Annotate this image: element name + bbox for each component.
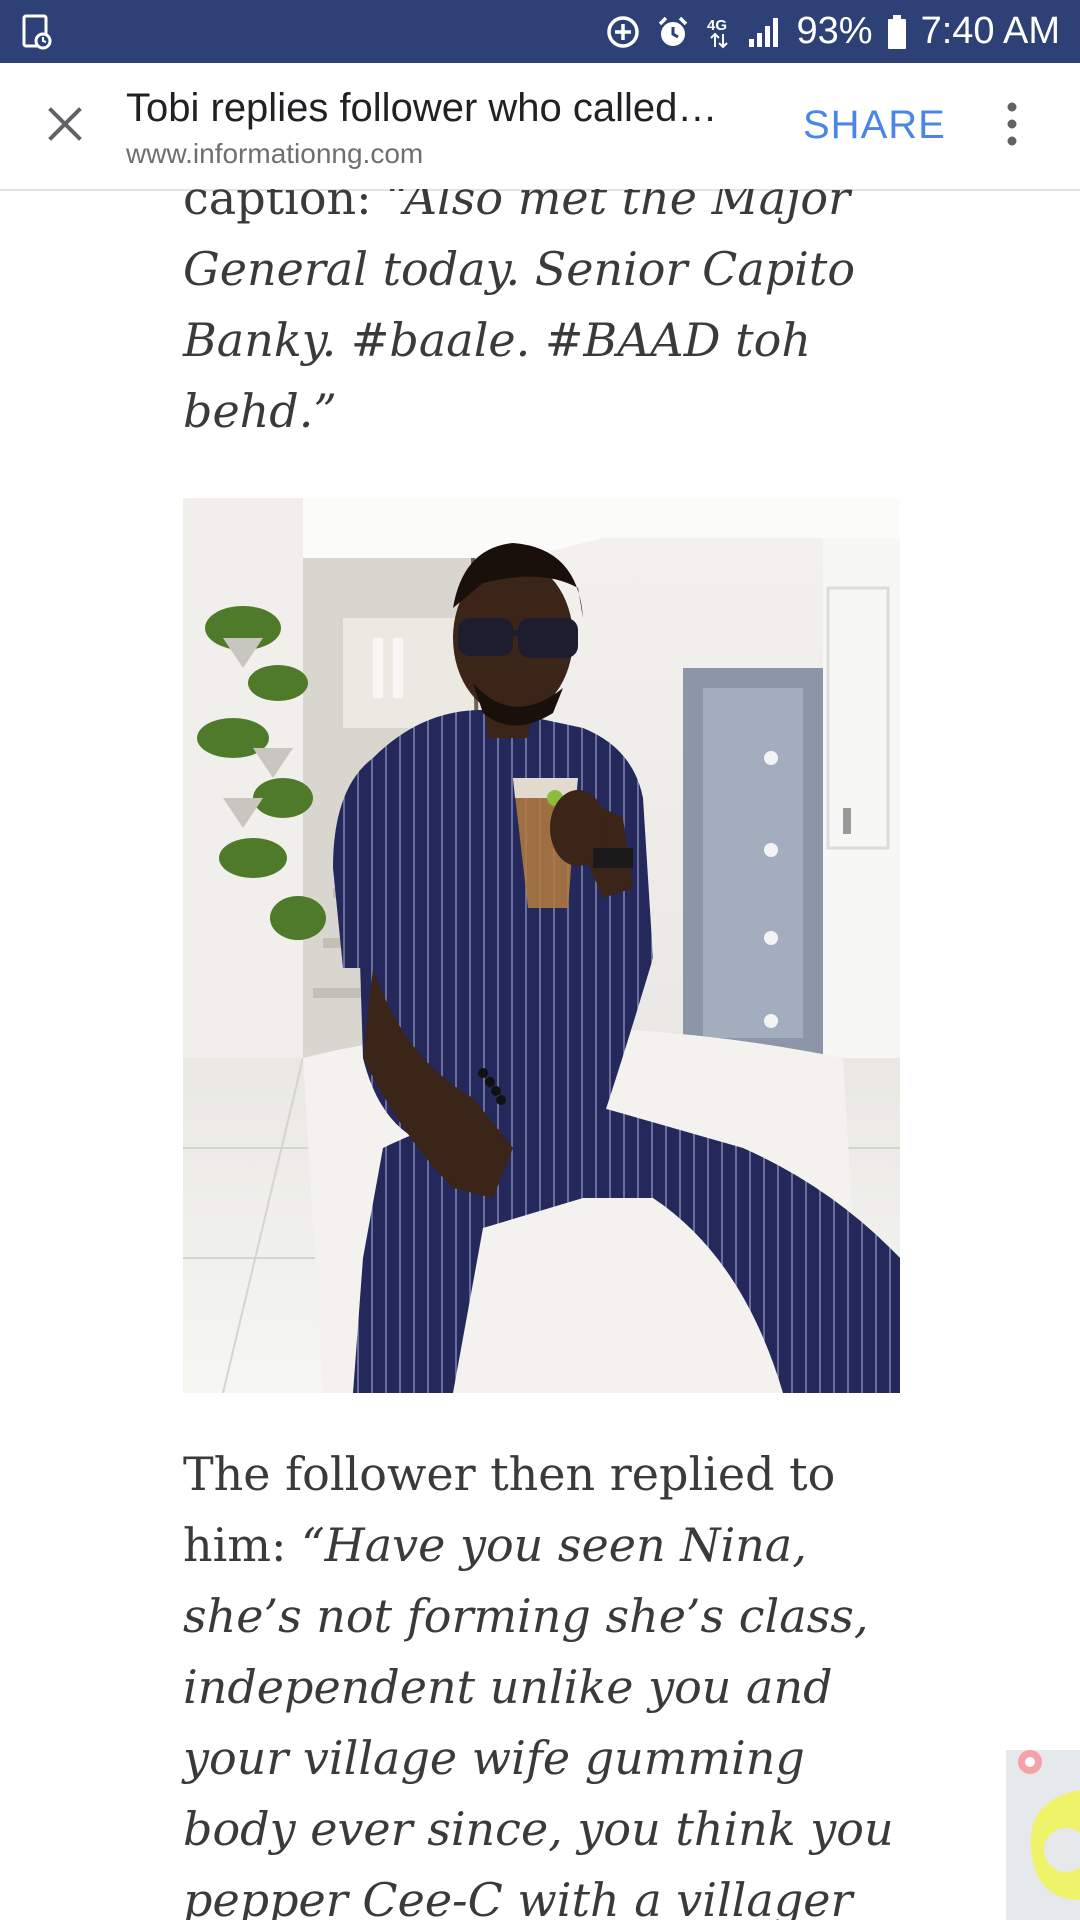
- close-icon: [47, 106, 83, 146]
- floating-ad-thumbnail[interactable]: [1006, 1750, 1080, 1920]
- signal-icon: [747, 15, 783, 49]
- clock: 7:40 AM: [920, 10, 1060, 52]
- data-saver-icon: [605, 14, 641, 50]
- reply-quote: “Have you seen Nina, she’s not forming s…: [183, 1518, 894, 1920]
- more-vert-icon: [1007, 102, 1017, 150]
- screenshot-icon: [22, 14, 52, 50]
- battery-percent: 93%: [796, 10, 873, 52]
- more-options-button[interactable]: [990, 99, 1034, 153]
- title-block: Tobi replies follower who called… www.in…: [126, 83, 746, 171]
- page-url: www.informationng.com: [126, 138, 424, 169]
- caption-quote: “Also met the Major General today. Senio…: [183, 189, 856, 438]
- caption-prefix: caption:: [183, 189, 387, 225]
- article-content: caption: “Also met the Major General tod…: [0, 189, 1080, 1920]
- reply-paragraph: The follower then replied to him: “Have …: [183, 1439, 903, 1920]
- alarm-icon: [655, 14, 691, 50]
- caption-paragraph: caption: “Also met the Major General tod…: [183, 189, 903, 447]
- close-button[interactable]: [38, 99, 92, 153]
- status-bar: 4G 93% 7:40 AM: [0, 0, 1080, 63]
- svg-text:4G: 4G: [707, 17, 727, 34]
- battery-icon: [887, 14, 907, 50]
- man-in-pinstripe-outfit-photo: [183, 498, 900, 1393]
- page-title: Tobi replies follower who called…: [126, 86, 718, 130]
- article-photo[interactable]: [183, 498, 900, 1393]
- custom-tab-toolbar: Tobi replies follower who called… www.in…: [0, 63, 1080, 191]
- share-button[interactable]: SHARE: [803, 103, 946, 148]
- network-4g-icon: 4G: [705, 14, 733, 50]
